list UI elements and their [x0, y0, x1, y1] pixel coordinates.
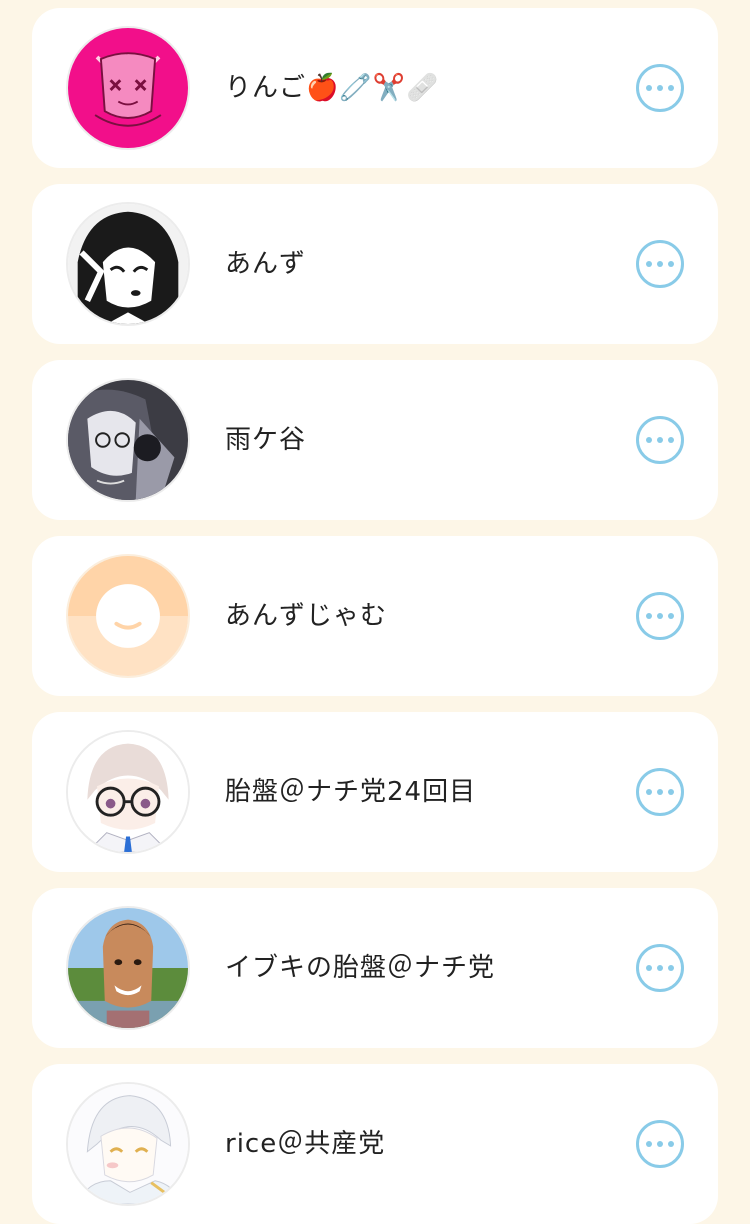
user-card[interactable]: 胎盤＠ナチ党24回目 [32, 712, 718, 872]
avatar[interactable] [66, 202, 190, 326]
photo-person-avatar-icon [68, 908, 188, 1028]
avatar[interactable] [66, 906, 190, 1030]
avatar[interactable] [66, 554, 190, 678]
user-name: 雨ケ谷 [225, 425, 307, 455]
user-card[interactable]: 雨ケ谷 [32, 360, 718, 520]
avatar[interactable] [66, 1082, 190, 1206]
more-options-icon[interactable] [636, 768, 684, 816]
user-name: あんずじゃむ [225, 601, 388, 631]
more-options-icon[interactable] [636, 64, 684, 112]
user-name: イブキの胎盤＠ナチ党 [225, 953, 496, 983]
avatar[interactable] [66, 26, 190, 150]
avatar[interactable] [66, 730, 190, 854]
more-options-icon[interactable] [636, 416, 684, 464]
monochrome-anime-girl-avatar-icon [68, 204, 188, 324]
glasses-anime-avatar-icon [68, 732, 188, 852]
user-name: rice＠共産党 [225, 1129, 386, 1159]
user-card[interactable]: りんご🍎🧷✂️🩹 [32, 8, 718, 168]
user-list: りんご🍎🧷✂️🩹 あんず 雨ケ谷 あんずじゃむ 胎盤＠ナチ党24回目 イブキの胎… [0, 0, 750, 1224]
more-options-icon[interactable] [636, 1120, 684, 1168]
sketch-anime-avatar-icon [68, 1084, 188, 1204]
user-card[interactable]: あんず [32, 184, 718, 344]
user-card[interactable]: イブキの胎盤＠ナチ党 [32, 888, 718, 1048]
grayscale-anime-girl-avatar-icon [68, 380, 188, 500]
more-options-icon[interactable] [636, 944, 684, 992]
more-options-icon[interactable] [636, 592, 684, 640]
user-card[interactable]: あんずじゃむ [32, 536, 718, 696]
avatar[interactable] [66, 378, 190, 502]
user-card[interactable]: rice＠共産党 [32, 1064, 718, 1224]
user-name: 胎盤＠ナチ党24回目 [225, 777, 477, 807]
pink-cat-avatar-icon [68, 28, 188, 148]
more-options-icon[interactable] [636, 240, 684, 288]
default-smile-avatar-icon [68, 556, 188, 676]
user-name: りんご🍎🧷✂️🩹 [225, 73, 440, 103]
user-name: あんず [225, 249, 307, 279]
